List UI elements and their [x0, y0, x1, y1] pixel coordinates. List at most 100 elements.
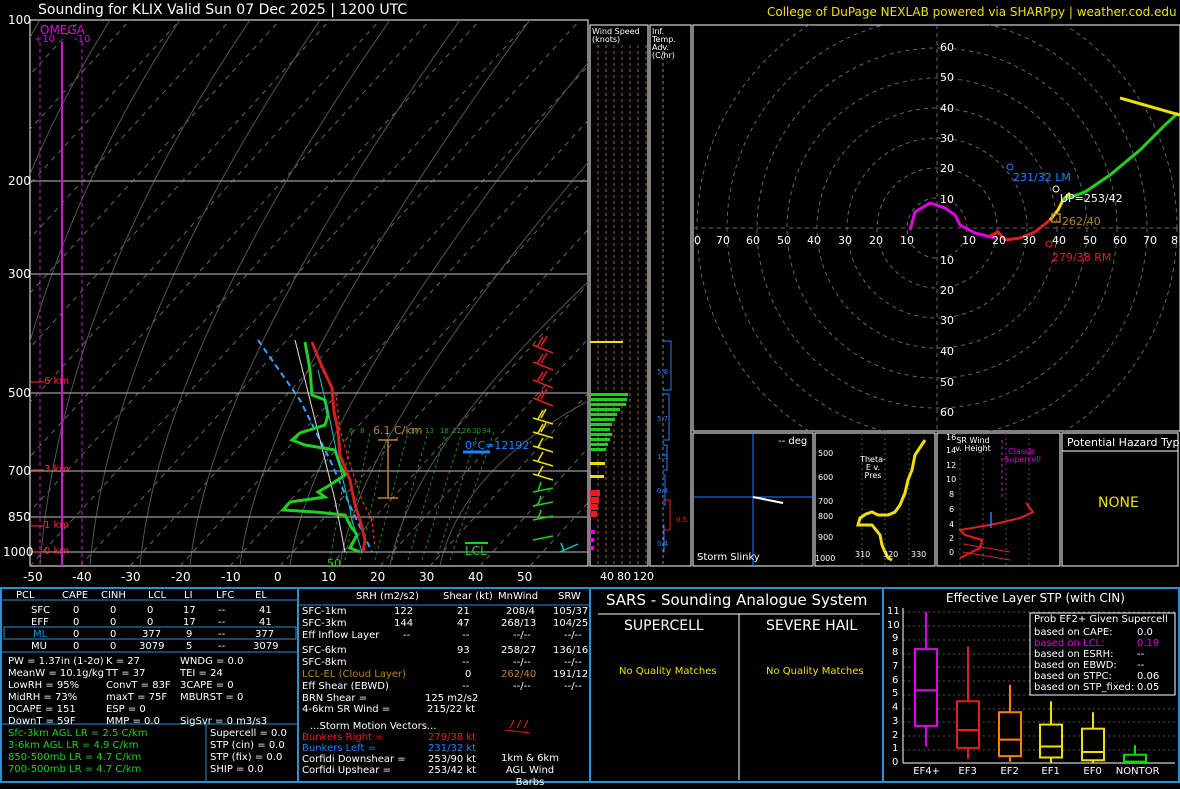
- main-graphics: [0, 19, 1180, 783]
- hodo-y-tick: 60: [940, 406, 954, 419]
- kinematics-cell: SFC-6km: [302, 645, 347, 656]
- parcel-cell: 0: [73, 641, 80, 652]
- hodo-x-tick: 8: [1171, 234, 1178, 247]
- hodo-y-tick: 10: [940, 193, 954, 206]
- index-tei: TEI = 24: [180, 668, 223, 679]
- parcel-header: PCL: [16, 590, 35, 601]
- parcel-cell: MU: [31, 641, 47, 652]
- parcel-cell: 0: [73, 617, 80, 628]
- motion-value: 253/90 kt: [428, 754, 477, 765]
- skewt-frame: [29, 19, 589, 567]
- stp-y-tick: 1: [892, 743, 899, 755]
- sars-hail-value: No Quality Matches: [766, 666, 864, 677]
- kinematics-cell: --/--: [513, 681, 531, 692]
- indices-col3: WNDG = 0.0 TEI = 24 3CAPE = 0 MBURST = 0…: [180, 656, 267, 728]
- kinematics-row[interactable]: SFC-1km 122 21 208/4 105/37: [302, 607, 588, 618]
- thetae-x-tick: 310: [855, 550, 871, 559]
- mixing-ratio-label: 8: [360, 427, 365, 435]
- kinematics-cell: --/--: [564, 630, 582, 641]
- inf-temp-value: 1.5: [657, 453, 669, 461]
- stp-legend-title: Prob EF2+ Given Supercell: [1034, 614, 1168, 625]
- thetae-y-tick: 700: [818, 497, 834, 506]
- srwind-y-tick: 0: [949, 548, 955, 557]
- composite-item: STP (fix) = 0.0: [210, 752, 283, 763]
- kinematics-row[interactable]: SFC-6km 93 258/27 136/16: [302, 646, 588, 657]
- stp-legend-row: based on CAPE: 0.0: [1034, 627, 1174, 638]
- kinematics-cell: 21: [457, 606, 470, 617]
- thetae-y-tick: 900: [818, 533, 834, 542]
- index-downt: DownT = 59F: [8, 716, 76, 727]
- hodo-x-tick: 70: [716, 234, 730, 247]
- kinematics-cell: 136/16: [553, 645, 589, 656]
- parcel-cell: 0: [147, 605, 154, 616]
- pressure-tick-200: 200: [8, 174, 31, 188]
- stp-legend-value: --: [1137, 660, 1145, 671]
- pressure-tick-1000: 1000: [3, 545, 34, 559]
- stp-y-tick: 11: [887, 606, 900, 617]
- parcel-cell: 41: [259, 617, 272, 628]
- stp-legend-label: based on ESRH:: [1034, 649, 1114, 660]
- parcel-cell: 17: [183, 617, 196, 628]
- mixing-ratio-label: 22: [452, 427, 461, 435]
- kinematics-cell: 144: [394, 618, 414, 629]
- kinematics-row[interactable]: SFC-8km -- --/-- --/--: [302, 658, 588, 669]
- stp-legend-label: based on LCL:: [1034, 638, 1105, 649]
- kinematics-cell: --/--: [513, 630, 531, 641]
- inf-temp-value: 0.8: [657, 487, 669, 495]
- credit-line[interactable]: College of DuPage NEXLAB powered via SHA…: [767, 6, 1177, 18]
- parcel-cell: 0: [73, 629, 80, 640]
- stp-box: [1039, 723, 1063, 759]
- pressure-tick-100: 100: [8, 13, 31, 27]
- stp-y-tick: 2: [892, 729, 899, 741]
- pressure-tick-700: 700: [8, 464, 31, 478]
- height-label-3km: 3 km: [44, 464, 70, 475]
- kinematics-cell: SFC-8km: [302, 657, 347, 668]
- hazard-title: Potential Hazard Type: [1067, 436, 1180, 449]
- parcel-cell: 0: [73, 605, 80, 616]
- stp-box: [914, 648, 938, 727]
- stp-legend-value: --: [1137, 649, 1145, 660]
- kinematics-cell: --: [462, 630, 470, 641]
- hodo-mean-wind-label: 262/40: [1062, 215, 1101, 228]
- stp-y-tick: 8: [892, 647, 899, 659]
- parcel-cell: 41: [259, 605, 272, 616]
- stp-legend: based on CAPE: 0.0 based on LCL: 0.19 base…: [1034, 627, 1174, 693]
- wind-speed-bars: [590, 341, 628, 550]
- kinematics-row[interactable]: Eff Shear (EBWD) -- --/-- --/--: [302, 682, 588, 693]
- index-esp: ESP = 0: [106, 704, 146, 715]
- hodo-y-tick: 50: [940, 376, 954, 389]
- stp-legend-row: based on EBWD: --: [1034, 660, 1174, 671]
- motion-label: Bunkers Left =: [302, 743, 376, 754]
- hodo-y-tick: 20: [940, 284, 954, 297]
- inf-temp-value: 5.7: [657, 415, 669, 423]
- stp-x-tick: EF4+: [913, 766, 940, 777]
- stp-box: [956, 700, 980, 749]
- parcel-cell: 0: [110, 629, 117, 640]
- skewt-background: [30, 20, 588, 566]
- stp-title: Effective Layer STP (with CIN): [946, 591, 1125, 605]
- kinematics-row[interactable]: Eff Inflow Layer -- -- --/-- --/--: [302, 631, 588, 642]
- hodo-x-tick: 30: [838, 234, 852, 247]
- sr-wind-value: 215/22 kt: [427, 704, 476, 715]
- kinematics-cell: SFC-1km: [302, 606, 347, 617]
- thetae-y-tick: 1000: [815, 554, 836, 563]
- index-blank: [180, 704, 267, 716]
- kinematics-row[interactable]: SFC-3km 144 47 268/13 104/25: [302, 619, 588, 630]
- stp-legend-row-highlight: based on LCL: 0.19: [1034, 638, 1174, 649]
- stp-y-tick: 9: [892, 633, 899, 645]
- hodo-x-tick: 20: [869, 234, 883, 247]
- brn-shear-value: 125 m2/s2: [425, 693, 479, 704]
- kinematics-row-cloud-layer[interactable]: LCL-EL (Cloud Layer) 0 262/40 191/12: [302, 670, 588, 681]
- parcel-cell: 3079: [139, 641, 165, 652]
- kinematics-barbs: [504, 719, 531, 734]
- parcel-header: LFC: [216, 590, 235, 601]
- parcel-cell: 9: [186, 629, 193, 640]
- parcel-cell: --: [218, 629, 226, 640]
- srwind-y-tick: 14: [946, 446, 957, 455]
- kinematics-cell: --/--: [564, 681, 582, 692]
- stp-legend-value: 0.0: [1137, 627, 1153, 638]
- hodo-y-tick: 20: [940, 162, 954, 175]
- hodo-y-tick: 40: [940, 345, 954, 358]
- srwind-y-tick: 12: [946, 461, 957, 470]
- parcel-cell: SFC: [31, 605, 51, 616]
